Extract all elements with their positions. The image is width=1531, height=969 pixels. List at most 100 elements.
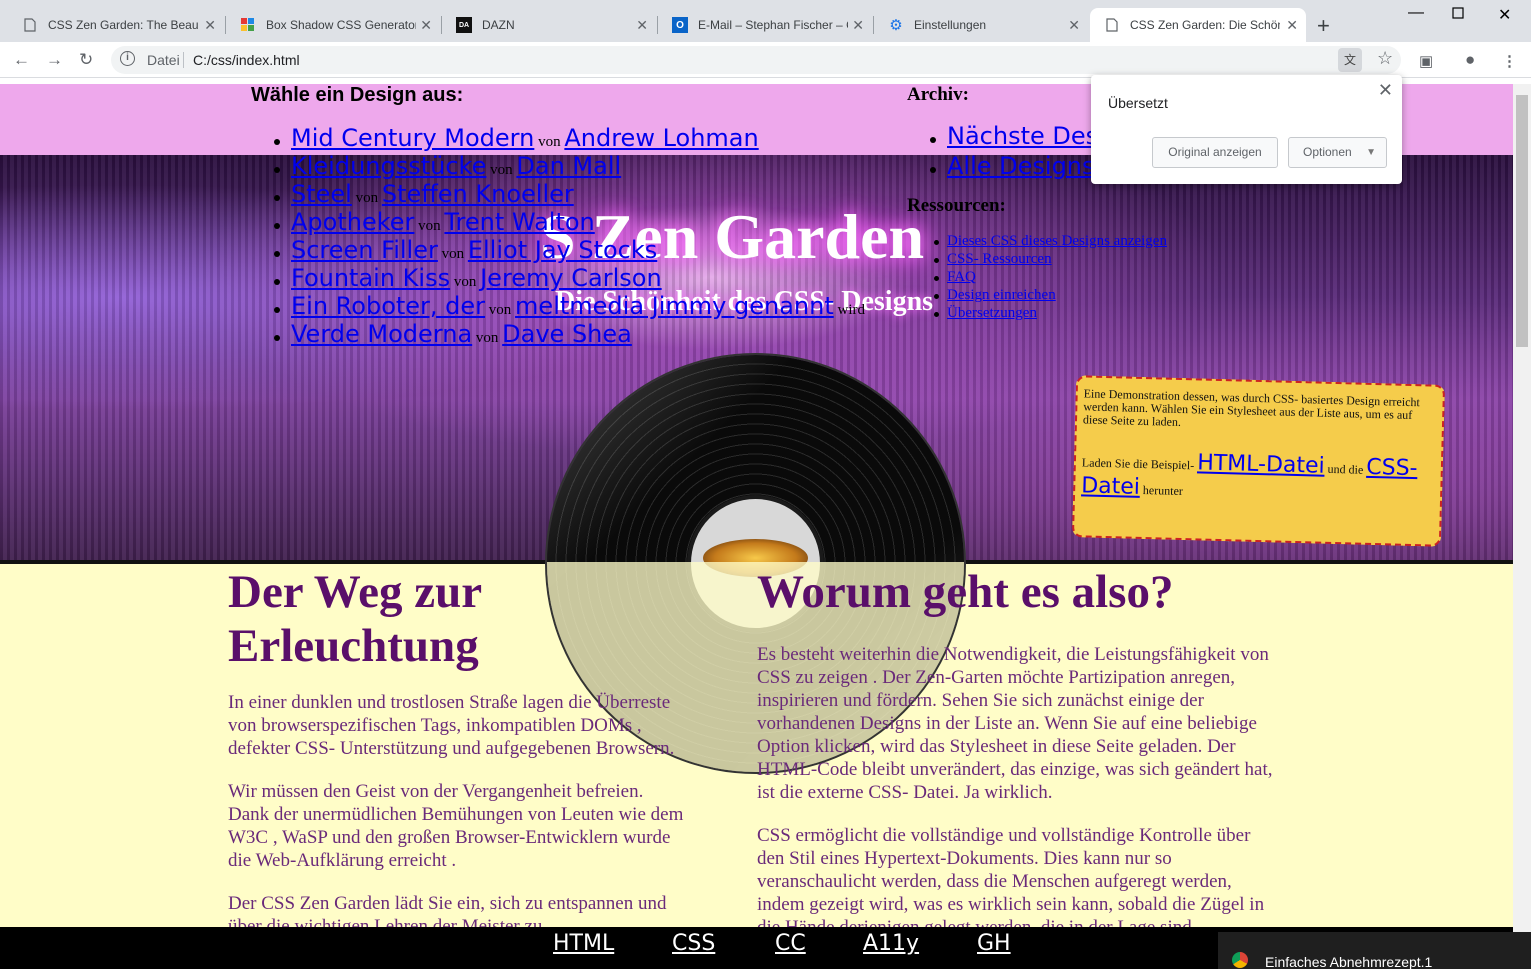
html-file-link[interactable]: HTML-Datei — [1197, 450, 1325, 478]
close-icon[interactable]: ✕ — [852, 17, 864, 34]
design-link[interactable]: Verde Moderna — [291, 320, 472, 348]
info-icon[interactable]: i — [120, 51, 135, 66]
designer-link[interactable]: Jeremy Carlson — [480, 264, 662, 292]
back-icon[interactable]: ← — [13, 50, 30, 70]
dropdown-caret-icon: ▼ — [1366, 147, 1376, 158]
outlook-icon: O — [672, 17, 688, 33]
design-link[interactable]: Ein Roboter, der — [291, 292, 485, 320]
archive-next-link[interactable]: Nächste Des — [947, 122, 1098, 150]
list-item: Apotheker von Trent Walton — [274, 208, 865, 236]
designer-link[interactable]: Trent Walton — [444, 208, 594, 236]
forward-icon[interactable]: → — [46, 50, 63, 70]
cssmatic-icon — [240, 17, 256, 33]
window-close-button[interactable]: ✕ — [1498, 5, 1511, 25]
tab-6-active[interactable]: CSS Zen Garden: Die Schönh ✕ — [1090, 8, 1306, 42]
resource-link[interactable]: Übersetzungen — [947, 305, 1037, 321]
footer-link-cc[interactable]: CC — [775, 931, 806, 956]
new-tab-button[interactable]: + — [1317, 13, 1330, 39]
design-by: von — [418, 218, 441, 234]
address-bar[interactable]: i Datei C:/css/index.html 文 ☆ — [111, 46, 1401, 74]
scrollbar-thumb[interactable] — [1516, 95, 1528, 347]
tab-title: Box Shadow CSS Generator | — [266, 18, 416, 32]
designer-link[interactable]: Steffen Knoeller — [382, 180, 574, 208]
menu-icon[interactable]: ⋮ — [1502, 52, 1517, 70]
tab-5[interactable]: ⚙ Einstellungen ✕ — [874, 8, 1088, 42]
address-scheme: Datei — [147, 52, 180, 68]
designer-link[interactable]: Dan Mall — [516, 152, 621, 180]
tab-3[interactable]: DA DAZN ✕ — [442, 8, 656, 42]
design-by: von — [490, 162, 513, 178]
options-label: Optionen — [1303, 145, 1352, 159]
extension-icon[interactable]: ▣ — [1419, 52, 1433, 70]
intro-text: Eine Demonstration dessen, was durch CSS… — [1082, 386, 1421, 429]
close-icon[interactable]: ✕ — [1286, 17, 1298, 34]
archive-all-link[interactable]: Alle Designs — [947, 152, 1095, 180]
designer-link[interactable]: Andrew Lohman — [564, 124, 758, 152]
bookmark-star-icon[interactable]: ☆ — [1377, 48, 1393, 69]
section-heading: Der Weg zur Erleuchtung — [228, 566, 482, 672]
design-by: von — [538, 134, 561, 150]
resource-link[interactable]: CSS- Ressourcen — [947, 251, 1052, 267]
maximize-button[interactable] — [1452, 6, 1464, 24]
list-item: Nächste Des — [929, 122, 1098, 152]
translate-popup: Übersetzt ✕ Original anzeigen Optionen ▼ — [1091, 75, 1402, 184]
paragraph: Wir müssen den Geist von der Vergangenhe… — [228, 781, 684, 871]
list-item: Fountain Kiss von Jeremy Carlson — [274, 264, 865, 292]
translate-options-button[interactable]: Optionen ▼ — [1288, 137, 1387, 168]
close-icon[interactable]: ✕ — [1378, 80, 1393, 101]
minimize-button[interactable]: — — [1408, 4, 1424, 22]
download-notification[interactable]: Einfaches Abnehmrezept.1 — [1218, 932, 1531, 969]
profile-icon[interactable]: ● — [1465, 50, 1475, 70]
design-link[interactable]: Steel — [291, 180, 352, 208]
design-by: von — [441, 246, 465, 262]
close-icon[interactable]: ✕ — [420, 17, 432, 34]
designer-link[interactable]: Dave Shea — [502, 320, 632, 348]
show-original-button[interactable]: Original anzeigen — [1152, 137, 1278, 168]
design-link[interactable]: Fountain Kiss — [291, 264, 450, 292]
translate-icon[interactable]: 文 — [1338, 48, 1362, 72]
design-link[interactable]: Screen Filler — [291, 236, 438, 264]
list-item: Mid Century Modern von Andrew Lohman — [274, 124, 865, 152]
tab-title: CSS Zen Garden: The Beauty — [48, 18, 198, 32]
intro-box: Eine Demonstration dessen, was durch CSS… — [1071, 375, 1446, 547]
tab-1[interactable]: CSS Zen Garden: The Beauty ✕ — [8, 8, 224, 42]
close-icon[interactable]: ✕ — [636, 17, 648, 34]
list-item: CSS- Ressourcen — [934, 250, 1167, 268]
tab-title: E-Mail – Stephan Fischer – O — [698, 18, 848, 32]
enlightenment-section: Der Weg zur Erleuchtung In einer dunklen… — [228, 565, 688, 938]
design-by: von — [453, 274, 477, 290]
resource-link[interactable]: Dieses CSS dieses Designs anzeigen — [947, 233, 1167, 249]
design-select-heading: Wähle ein Design aus: — [251, 84, 464, 106]
address-url[interactable]: C:/css/index.html — [193, 52, 300, 68]
archive-heading: Archiv: — [907, 84, 969, 105]
list-item: Verde Moderna von Dave Shea — [274, 320, 865, 348]
list-item: Screen Filler von Elliot Jay Stocks — [274, 236, 865, 264]
design-by: von — [355, 190, 379, 206]
tab-4[interactable]: O E-Mail – Stephan Fischer – O ✕ — [658, 8, 872, 42]
section-heading: Worum geht es also? — [757, 566, 1174, 618]
designer-link[interactable]: Elliot Jay Stocks — [468, 236, 657, 264]
browser-toolbar: ← → ↻ i Datei C:/css/index.html 文 ☆ ▣ ● … — [0, 42, 1531, 78]
footer-link-css[interactable]: CSS — [672, 931, 715, 956]
design-link[interactable]: Apotheker — [291, 208, 414, 236]
close-icon[interactable]: ✕ — [1068, 17, 1080, 34]
footer-link-a11y[interactable]: A11y — [863, 931, 919, 956]
footer-link-html[interactable]: HTML — [553, 931, 614, 956]
tab-title: DAZN — [482, 18, 515, 32]
design-link[interactable]: Kleidungsstücke — [291, 152, 486, 180]
design-link[interactable]: Mid Century Modern — [291, 124, 534, 152]
page-viewport: S Zen Garden Die Schönheit des CSS- Desi… — [0, 84, 1513, 969]
footer-link-gh[interactable]: GH — [977, 931, 1011, 956]
resource-link[interactable]: Design einreichen — [947, 287, 1056, 303]
close-icon[interactable]: ✕ — [204, 17, 216, 34]
intro-download-post: herunter — [1142, 482, 1184, 499]
about-section: Worum geht es also? Es besteht weiterhin… — [757, 565, 1282, 939]
resource-link[interactable]: FAQ — [947, 269, 976, 285]
list-item: Übersetzungen — [934, 304, 1167, 322]
reload-icon[interactable]: ↻ — [79, 50, 93, 70]
design-by: von — [475, 330, 499, 346]
designer-link[interactable]: meltmedia Jimmy genannt — [515, 292, 834, 320]
resources-list: Dieses CSS dieses Designs anzeigen CSS- … — [934, 232, 1167, 322]
tab-2[interactable]: Box Shadow CSS Generator | ✕ — [226, 8, 440, 42]
paragraph: Es besteht weiterhin die Notwendigkeit, … — [757, 644, 1273, 803]
